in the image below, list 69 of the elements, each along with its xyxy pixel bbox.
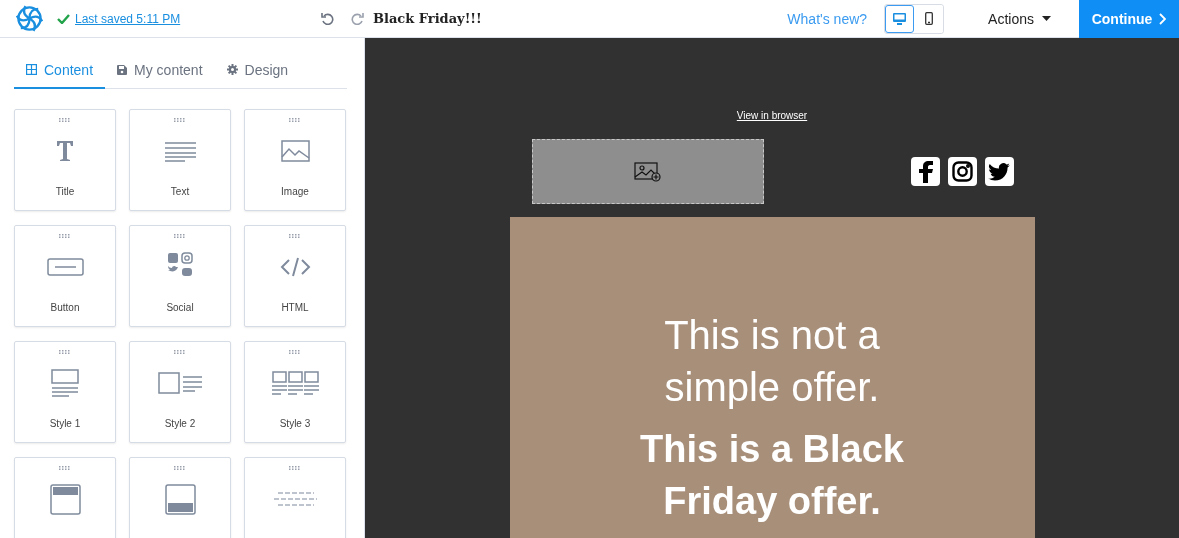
divider-icon xyxy=(273,491,317,507)
sidebar-tab[interactable]: Content xyxy=(14,52,106,89)
content-block[interactable]: Style 3 xyxy=(244,341,346,443)
drag-handle-icon xyxy=(289,118,301,122)
drag-handle-icon xyxy=(59,466,71,470)
caret-icon xyxy=(1042,16,1051,21)
drag-handle-icon xyxy=(59,118,71,122)
drag-handle-icon xyxy=(59,350,71,354)
content-block[interactable]: Social xyxy=(129,225,231,327)
block-label: Style 2 xyxy=(164,418,196,429)
button-shape-icon xyxy=(46,258,84,276)
content-block[interactable]: HTML xyxy=(244,225,346,327)
facebook-icon[interactable] xyxy=(916,160,934,183)
undo-button[interactable] xyxy=(321,12,334,25)
app-logo[interactable] xyxy=(16,5,43,32)
content-block[interactable] xyxy=(129,457,231,538)
headline: This is not a simple offer. xyxy=(663,312,881,411)
instagram-icon[interactable] xyxy=(951,161,973,182)
content-block[interactable]: Style 2 xyxy=(129,341,231,443)
campaign-title: Black Friday!!! xyxy=(373,11,482,26)
block-label: Style 3 xyxy=(279,418,311,429)
block-label: Style 1 xyxy=(49,418,81,429)
subheadline: This is a Black Friday offer. xyxy=(639,427,905,524)
actions-menu[interactable]: Actions xyxy=(982,9,1057,28)
block-label: Text xyxy=(170,186,190,197)
image-icon xyxy=(280,140,310,162)
content-block[interactable]: Title xyxy=(14,109,116,211)
layout-icon xyxy=(271,371,319,395)
gear-icon xyxy=(226,64,238,75)
check-icon xyxy=(57,13,70,24)
title-icon xyxy=(56,140,74,162)
chevron-icon xyxy=(1159,12,1167,25)
content-block[interactable]: Button xyxy=(14,225,116,327)
content-block[interactable] xyxy=(14,457,116,538)
drag-handle-icon xyxy=(289,234,301,238)
content-block[interactable]: Text xyxy=(129,109,231,211)
layout-icon xyxy=(164,483,196,515)
layout-icon xyxy=(157,372,203,394)
content-block[interactable]: Image xyxy=(244,109,346,211)
twitter-bird-icon[interactable] xyxy=(988,162,1010,181)
sidebar-tab[interactable]: My content xyxy=(105,52,215,89)
block-label: HTML xyxy=(281,302,309,313)
desktop-icon xyxy=(893,12,907,25)
content-block[interactable] xyxy=(244,457,346,538)
block-label: Image xyxy=(281,186,309,197)
drag-handle-icon xyxy=(59,234,71,238)
redo-button[interactable] xyxy=(351,12,364,25)
logo-placeholder[interactable] xyxy=(531,139,764,204)
block-label: Social xyxy=(166,302,194,313)
sidebar-tab[interactable]: Design xyxy=(214,52,301,89)
drag-handle-icon xyxy=(289,466,301,470)
view-in-browser-link[interactable]: View in browser xyxy=(736,110,808,121)
add-image-icon xyxy=(634,161,661,182)
layout-icon xyxy=(49,483,81,515)
last-saved-link[interactable]: Last saved 5:11 PM xyxy=(75,11,181,26)
content-block[interactable]: Style 1 xyxy=(14,341,116,443)
drag-handle-icon xyxy=(174,350,186,354)
layout-icon xyxy=(51,369,79,397)
grid-icon xyxy=(26,64,37,75)
code-icon xyxy=(279,257,311,277)
text-lines-icon xyxy=(164,140,196,162)
drag-handle-icon xyxy=(174,118,186,122)
block-label: Title xyxy=(55,186,75,197)
drag-handle-icon xyxy=(289,350,301,354)
save-icon xyxy=(117,64,128,75)
block-label: Button xyxy=(50,302,80,313)
drag-handle-icon xyxy=(174,466,186,470)
phone-icon xyxy=(924,12,933,25)
drag-handle-icon xyxy=(174,234,186,238)
